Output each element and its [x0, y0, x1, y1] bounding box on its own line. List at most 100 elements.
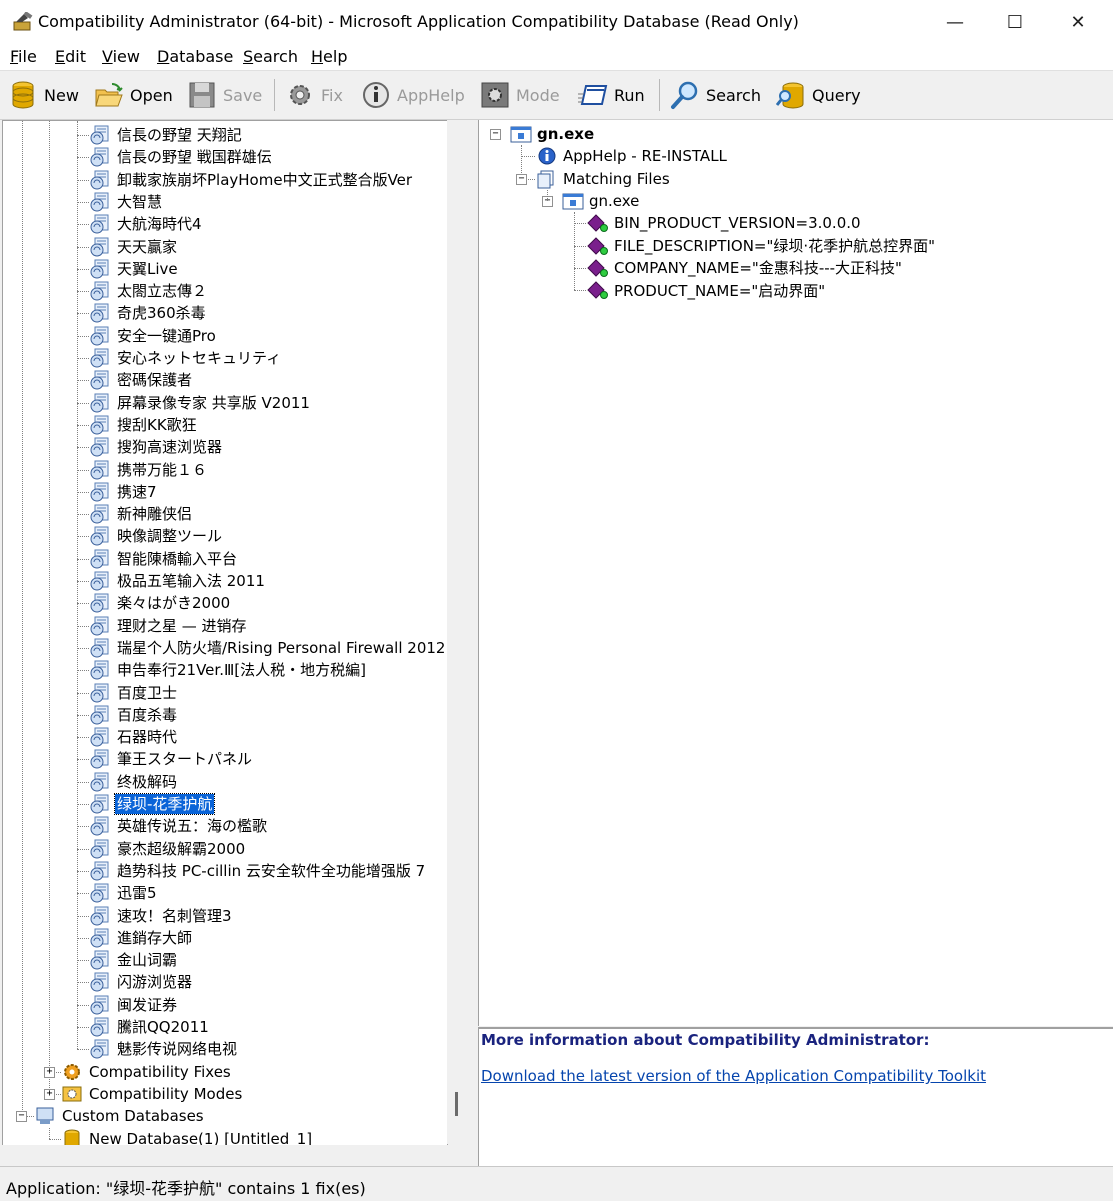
tree-item-application[interactable]: 進銷存大師 — [89, 927, 194, 949]
tree-item-application[interactable]: 騰訊QQ2011 — [89, 1016, 211, 1038]
tree-connector-line — [77, 759, 89, 761]
close-button[interactable]: ✕ — [1048, 0, 1108, 44]
tree-item-label: 携速7 — [117, 482, 157, 501]
tree-item-file-exe[interactable]: gn.exe — [561, 190, 639, 212]
tree-item-application[interactable]: 闪游浏览器 — [89, 971, 194, 993]
tree-connector-line — [77, 469, 89, 471]
tree-item-new-database[interactable]: New Database(1) [Untitled_1] — [61, 1128, 314, 1145]
tree-item-apphelp[interactable]: AppHelp - RE-INSTALL — [535, 145, 727, 167]
application-icon — [90, 1017, 109, 1037]
tree-expander-root[interactable]: − — [490, 129, 501, 140]
tree-item-application[interactable]: 速攻！名刺管理3 — [89, 905, 234, 927]
toolbar-separator — [274, 79, 275, 111]
scrollbar-thumb[interactable] — [455, 1092, 458, 1116]
open-button[interactable]: Open — [94, 77, 173, 113]
tree-item-application[interactable]: 豪杰超级解霸2000 — [89, 838, 247, 860]
tree-item-label: 智能陳橋輸入平台 — [117, 549, 238, 568]
run-button[interactable]: Run — [578, 77, 645, 113]
tree-item-application[interactable]: 金山词霸 — [89, 949, 179, 971]
applications-tree[interactable]: 信長の野望 天翔記信長の野望 戦国群雄伝 卸載家族崩坏PlayHome中文正式整合… — [2, 120, 448, 1146]
search-button[interactable]: Search — [670, 77, 761, 113]
tree-connector-line — [77, 848, 89, 850]
entry-details-tree[interactable]: − gn.exe AppHelp - RE-INSTALL − Matching Fil… — [478, 120, 1113, 1026]
save-button[interactable]: Save — [187, 77, 262, 113]
tree-item-application[interactable]: 大航海時代4 — [89, 213, 204, 235]
info-pane: More information about Compatibility Adm… — [478, 1027, 1113, 1166]
tree-item-application[interactable]: 魅影传说网络电视 — [89, 1038, 239, 1060]
tree-item-application[interactable]: 安全一键通Pro — [89, 325, 218, 347]
tree-item-custom-databases[interactable]: Custom Databases — [34, 1105, 206, 1127]
tree-item-attribute[interactable]: PRODUCT_NAME="启动界面" — [586, 279, 825, 301]
attribute-diamond-icon — [587, 259, 608, 277]
tree-item-application[interactable]: 携速7 — [89, 481, 159, 503]
tree-item-label: 安心ネットセキュリティ — [117, 349, 282, 367]
tree-item-matching-files[interactable]: Matching Files — [535, 168, 670, 190]
tree-item-application[interactable]: 百度杀毒 — [89, 704, 179, 726]
tree-item-application[interactable]: 大智慧 — [89, 191, 164, 213]
query-button[interactable]: Query — [776, 77, 861, 113]
menu-database[interactable]: Database — [157, 47, 233, 66]
menu-view[interactable]: View — [102, 47, 140, 66]
tree-item-application[interactable]: 百度卫士 — [89, 682, 179, 704]
tree-item-application[interactable]: 屏幕录像专家 共享版 V2011 — [89, 392, 312, 414]
tree-item-attribute[interactable]: FILE_DESCRIPTION="绿坝·花季护航总控界面" — [586, 235, 935, 257]
download-toolkit-link[interactable]: Download the latest version of the Appli… — [481, 1067, 986, 1085]
tree-expander-compatibility-fixes[interactable]: + — [44, 1066, 55, 1078]
tree-item-application[interactable]: 英雄传说五：海の檻歌 — [89, 815, 269, 837]
tree-item-application[interactable]: 绿坝-花季护航 — [89, 793, 216, 815]
tree-item-application[interactable]: 新神雕侠侣 — [89, 503, 194, 525]
tree-item-application[interactable]: 理财之星 — 进销存 — [89, 615, 249, 637]
tree-item-application[interactable]: 趋势科技 PC-cillin 云安全软件全功能增强版 7 — [89, 860, 427, 882]
mode-button[interactable]: Mode — [480, 77, 560, 113]
tree-expander-matching-files[interactable]: − — [516, 173, 527, 185]
run-window-icon — [578, 85, 608, 105]
maximize-button[interactable]: ☐ — [985, 0, 1045, 44]
application-icon — [90, 437, 109, 457]
tree-item-application[interactable]: 楽々はがき2000 — [89, 592, 232, 614]
tree-item-label: 信長の野望 天翔記 — [117, 126, 242, 144]
tree-item-compatibility-fixes[interactable]: Compatibility Fixes — [61, 1061, 233, 1083]
fix-button[interactable]: Fix — [285, 77, 343, 113]
tree-item-application[interactable]: 搜刮KK歌狂 — [89, 414, 199, 436]
tree-item-attribute[interactable]: BIN_PRODUCT_VERSION=3.0.0.0 — [586, 212, 861, 234]
tree-item-application[interactable]: 迅雷5 — [89, 882, 159, 904]
application-icon — [90, 683, 109, 702]
tree-item-application[interactable]: 瑞星个人防火墙/Rising Personal Firewall 2012 — [89, 637, 447, 659]
tree-expander-custom-databases[interactable]: − — [16, 1111, 27, 1123]
tree-item-application[interactable]: 密碼保護者 — [89, 369, 194, 391]
tree-item-application[interactable]: 天翼Live — [89, 258, 180, 280]
tree-connector-line — [77, 714, 89, 716]
tree-item-application[interactable]: 天天贏家 — [89, 236, 179, 258]
tree-item-root-exe[interactable]: gn.exe — [509, 123, 594, 145]
menu-edit[interactable]: Edit — [55, 47, 86, 66]
tree-item-application[interactable]: 信長の野望 戦国群雄伝 — [89, 146, 274, 168]
tree-expander-compatibility-modes[interactable]: + — [44, 1088, 55, 1100]
tree-item-application[interactable]: 智能陳橋輸入平台 — [89, 548, 239, 570]
tree-item-application[interactable]: 石器時代 — [89, 726, 179, 748]
menu-file[interactable]: File — [10, 47, 37, 66]
tree-item-application[interactable]: 映像調整ツール — [89, 525, 224, 547]
tree-item-application[interactable]: 极品五笔输入法 2011 — [89, 570, 267, 592]
tree-item-application[interactable]: 筆王スタートパネル — [89, 748, 254, 770]
application-icon — [90, 593, 109, 613]
menu-help[interactable]: Help — [311, 47, 347, 66]
tree-horizontal-scrollbar[interactable] — [2, 1145, 474, 1163]
apphelp-button[interactable]: AppHelp — [361, 77, 465, 113]
menu-search[interactable]: Search — [243, 47, 298, 66]
tree-item-application[interactable]: 申告奉行21Ver.Ⅲ[法人税・地方税編] — [89, 659, 368, 681]
tree-item-application[interactable]: 终极解码 — [89, 771, 179, 793]
tree-item-application[interactable]: 闽发证券 — [89, 994, 179, 1016]
application-icon — [90, 1039, 109, 1059]
tree-item-compatibility-modes[interactable]: Compatibility Modes — [61, 1083, 244, 1105]
new-button[interactable]: New — [8, 77, 79, 113]
tree-item-application[interactable]: 信長の野望 天翔記 — [89, 124, 244, 146]
tree-item-application[interactable]: 奇虎360杀毒 — [89, 302, 208, 324]
tree-item-application[interactable]: 太閤立志傳２ — [89, 280, 209, 302]
tree-vertical-scrollbar[interactable] — [447, 120, 471, 1144]
tree-item-application[interactable]: 搜狗高速浏览器 — [89, 436, 224, 458]
tree-item-application[interactable]: 携帯万能１６ — [89, 459, 209, 481]
tree-item-application[interactable]: 卸載家族崩坏PlayHome中文正式整合版Ver — [89, 169, 414, 191]
minimize-button[interactable]: — — [925, 0, 985, 44]
tree-item-application[interactable]: 安心ネットセキュリティ — [89, 347, 283, 369]
tree-item-attribute[interactable]: COMPANY_NAME="金惠科技---大正科技" — [586, 257, 902, 279]
